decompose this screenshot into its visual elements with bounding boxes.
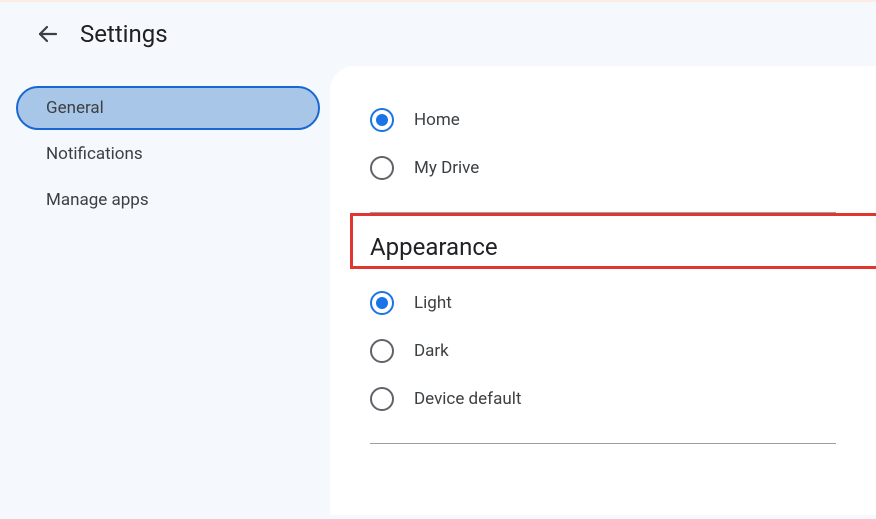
divider [370, 212, 836, 213]
radio-label: Home [414, 110, 460, 130]
radio-label: My Drive [414, 158, 479, 178]
content: General Notifications Manage apps Home M… [0, 66, 876, 515]
radio-label: Device default [414, 389, 521, 409]
page-title: Settings [80, 20, 168, 48]
radio-row-light[interactable]: Light [370, 279, 836, 327]
radio-row-home[interactable]: Home [370, 96, 836, 144]
sidebar-item-label: General [46, 98, 104, 118]
radio-button[interactable] [370, 108, 394, 132]
radio-button[interactable] [370, 387, 394, 411]
radio-button[interactable] [370, 339, 394, 363]
sidebar-item-label: Manage apps [46, 190, 149, 210]
sidebar-item-notifications[interactable]: Notifications [18, 132, 318, 176]
sidebar: General Notifications Manage apps [0, 66, 330, 515]
section-heading-appearance: Appearance [370, 233, 836, 261]
radio-button[interactable] [370, 156, 394, 180]
sidebar-item-label: Notifications [46, 144, 143, 164]
radio-row-my-drive[interactable]: My Drive [370, 144, 836, 192]
sidebar-item-general[interactable]: General [16, 86, 320, 130]
radio-label: Dark [414, 341, 449, 361]
header: Settings [0, 2, 876, 66]
divider [370, 443, 836, 444]
main-panel: Home My Drive Appearance Light Dark Devi… [330, 66, 876, 515]
sidebar-item-manage-apps[interactable]: Manage apps [18, 178, 318, 222]
radio-row-dark[interactable]: Dark [370, 327, 836, 375]
radio-row-device-default[interactable]: Device default [370, 375, 836, 423]
radio-button[interactable] [370, 291, 394, 315]
back-arrow-icon[interactable] [36, 22, 60, 46]
radio-label: Light [414, 293, 452, 313]
